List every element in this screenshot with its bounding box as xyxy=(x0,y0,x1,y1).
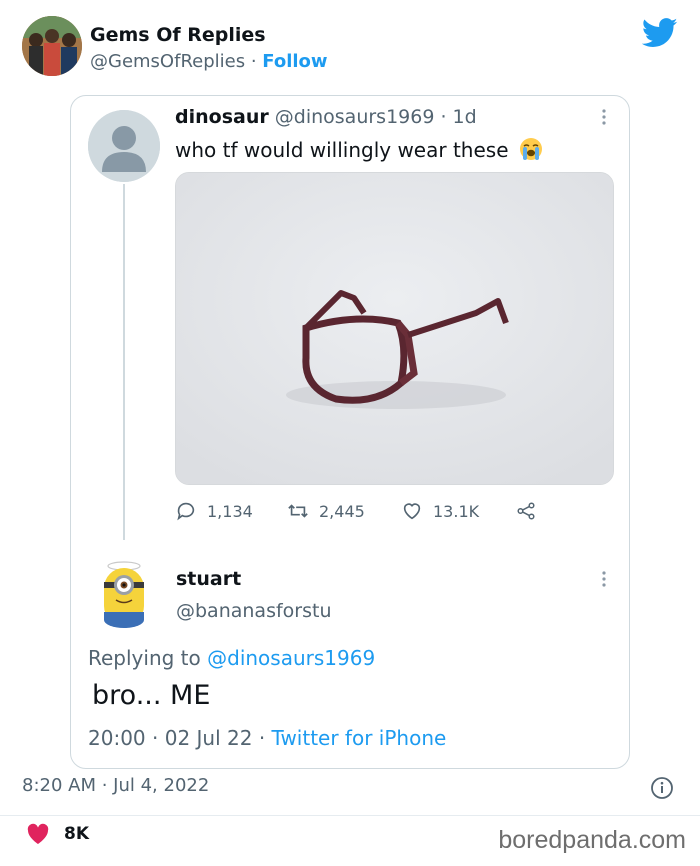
quoted-tweet-text-row: who tf would willingly wear these xyxy=(175,137,543,162)
quoted-tweet-image[interactable] xyxy=(175,172,614,485)
replying-to-row: Replying to @dinosaurs1969 xyxy=(88,646,375,670)
outer-timestamp[interactable]: 8:20 AM · Jul 4, 2022 xyxy=(22,775,209,796)
reply-meta-row: 20:00 · 02 Jul 22 · Twitter for iPhone xyxy=(88,726,446,750)
quoted-tweet-author-row: dinosaur @dinosaurs1969 · 1d xyxy=(175,106,477,128)
boredpanda-watermark: boredpanda.com xyxy=(498,826,686,854)
like-action[interactable]: 13.1K xyxy=(401,500,479,522)
outer-handle-row: @GemsOfReplies · Follow xyxy=(90,51,328,72)
thread-connector-line xyxy=(123,184,125,540)
heart-filled-icon xyxy=(27,823,49,844)
quoted-tweet-actions: 1,134 2,445 13.1K xyxy=(175,500,575,526)
info-icon[interactable] xyxy=(650,776,674,800)
reply-icon xyxy=(177,502,195,521)
replying-to-mention[interactable]: @dinosaurs1969 xyxy=(207,646,375,670)
loudly-crying-face-icon xyxy=(519,138,542,160)
gems-of-replies-avatar[interactable] xyxy=(22,16,82,76)
quoted-age[interactable]: · 1d xyxy=(434,106,476,128)
outer-handle[interactable]: @GemsOfReplies xyxy=(90,51,245,72)
reply-handle[interactable]: @bananasforstu xyxy=(176,600,332,622)
follow-button[interactable]: Follow xyxy=(262,51,327,72)
separator-dot: · xyxy=(245,51,263,72)
replying-to-label: Replying to xyxy=(88,646,208,670)
reply-tweet-text: bro... ME xyxy=(92,680,211,711)
separator-dot: · xyxy=(152,726,165,750)
quoted-display-name[interactable]: dinosaur xyxy=(175,106,269,128)
outer-like-action[interactable]: 8K xyxy=(26,823,89,845)
default-avatar[interactable] xyxy=(88,110,160,182)
heart-outline-icon xyxy=(403,503,421,520)
outer-display-name[interactable]: Gems Of Replies xyxy=(90,24,266,46)
minion-avatar[interactable] xyxy=(96,558,152,628)
more-options-icon[interactable] xyxy=(594,568,614,590)
footer-divider xyxy=(0,815,700,816)
retweet-action[interactable]: 2,445 xyxy=(287,500,365,522)
retweet-icon xyxy=(288,504,308,518)
quoted-tweet-text: who tf would willingly wear these xyxy=(175,138,509,162)
outer-like-count: 8K xyxy=(64,824,90,844)
more-options-icon[interactable] xyxy=(594,106,614,128)
twitter-bird-icon[interactable] xyxy=(642,18,678,48)
separator-dot: · xyxy=(258,726,272,750)
reply-date[interactable]: 02 Jul 22 xyxy=(165,726,253,750)
quoted-handle[interactable]: @dinosaurs1969 xyxy=(275,106,435,128)
reply-display-name[interactable]: stuart xyxy=(176,568,241,590)
share-icon xyxy=(517,502,535,520)
reply-source-link[interactable]: Twitter for iPhone xyxy=(272,726,447,750)
like-count: 13.1K xyxy=(433,501,480,521)
reply-time[interactable]: 20:00 xyxy=(88,726,146,750)
retweet-count: 2,445 xyxy=(319,501,365,521)
reply-action[interactable]: 1,134 xyxy=(175,500,253,522)
reply-count: 1,134 xyxy=(207,501,253,521)
share-action[interactable] xyxy=(515,500,547,522)
outer-tweet-header: Gems Of Replies @GemsOfReplies · Follow xyxy=(22,16,678,86)
